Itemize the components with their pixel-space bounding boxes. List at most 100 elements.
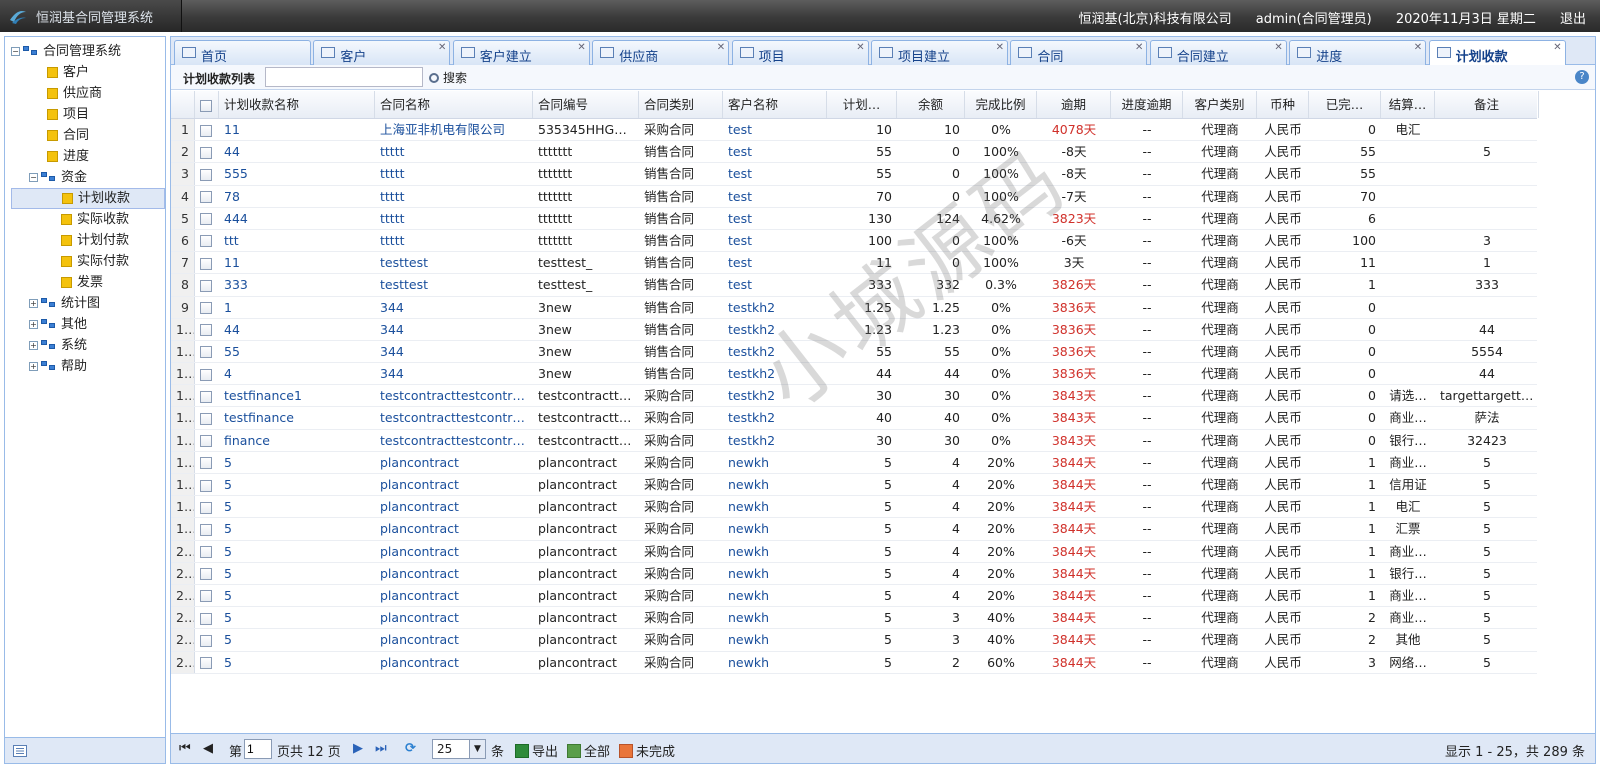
table-row[interactable]: 11 55 344 3new 销售合同 testkh2 55 55 0% 3836天 -- 代理商 人民…	[171, 340, 1537, 364]
tab-0[interactable]: 首页	[174, 40, 311, 65]
close-icon[interactable]: ✕	[1414, 42, 1422, 53]
table-cell[interactable]: newkh	[723, 585, 827, 606]
search-button[interactable]: 搜索	[429, 69, 467, 86]
row-checkbox[interactable]	[200, 590, 212, 603]
all-button[interactable]: 全部	[567, 741, 610, 760]
table-row[interactable]: 15 finance testcontracttestcontract testcon…	[171, 429, 1537, 452]
row-checkbox[interactable]	[200, 501, 212, 514]
tree-item-fund-child[interactable]: 发票	[11, 272, 165, 293]
table-row[interactable]: 23 5 plancontract plancontract 采购合同 newkh 5 3 40…	[171, 607, 1537, 630]
table-cell[interactable]: test	[723, 119, 827, 140]
column-header[interactable]: 备注	[1435, 91, 1539, 118]
row-checkbox[interactable]	[200, 346, 212, 359]
export-button[interactable]: 导出	[515, 741, 558, 760]
table-cell[interactable]: 44	[219, 319, 375, 340]
table-row[interactable]: 16 5 plancontract plancontract 采购合同 newkh 5 4 20…	[171, 451, 1537, 474]
row-checkbox[interactable]	[200, 302, 212, 314]
close-icon[interactable]: ✕	[1135, 42, 1143, 53]
table-cell[interactable]: 344	[375, 341, 533, 362]
table-cell[interactable]: 11	[219, 119, 375, 140]
table-cell[interactable]: plancontract	[375, 585, 533, 606]
tab-5[interactable]: 项目建立 ✕	[871, 40, 1008, 65]
table-cell[interactable]: 1	[219, 297, 375, 318]
table-cell[interactable]: testkh2	[723, 363, 827, 384]
table-cell[interactable]: testtest	[375, 252, 533, 273]
table-cell[interactable]: 344	[375, 319, 533, 340]
expand-icon[interactable]: +	[29, 341, 38, 350]
table-cell[interactable]: testfinance	[219, 407, 375, 428]
table-cell[interactable]: test	[723, 186, 827, 207]
table-cell[interactable]: test	[723, 163, 827, 184]
row-checkbox[interactable]	[200, 479, 212, 492]
table-cell[interactable]: testkh2	[723, 341, 827, 362]
close-icon[interactable]: ✕	[577, 42, 585, 53]
table-cell[interactable]: ttttt	[375, 163, 533, 184]
table-cell[interactable]: 344	[375, 363, 533, 384]
table-row[interactable]: 17 5 plancontract plancontract 采购合同 newkh 5 4 20…	[171, 474, 1537, 497]
refresh-icon[interactable]: ⟳	[405, 741, 416, 756]
tab-4[interactable]: 项目 ✕	[731, 40, 869, 65]
column-header[interactable]: 逾期	[1037, 91, 1111, 118]
table-cell[interactable]: ttttt	[375, 186, 533, 207]
column-header[interactable]: 计划收款名称	[219, 91, 375, 118]
tree-item-fund-child[interactable]: 计划付款	[11, 230, 165, 251]
first-page-icon[interactable]: ⏮	[179, 741, 191, 756]
table-cell[interactable]: testkh2	[723, 297, 827, 318]
table-cell[interactable]: plancontract	[375, 496, 533, 517]
table-cell[interactable]: testtest	[375, 274, 533, 295]
close-icon[interactable]: ✕	[1553, 42, 1561, 53]
table-cell[interactable]: 344	[375, 297, 533, 318]
help-icon[interactable]: ?	[1575, 70, 1589, 84]
row-checkbox[interactable]	[200, 124, 212, 137]
collapse-icon[interactable]: −	[11, 47, 20, 56]
tab-3[interactable]: 供应商 ✕	[592, 40, 730, 65]
table-cell[interactable]: plancontract	[375, 541, 533, 562]
table-cell[interactable]: plancontract	[375, 563, 533, 584]
column-header[interactable]: 已完…	[1309, 91, 1381, 118]
table-cell[interactable]: 5	[219, 585, 375, 606]
table-row[interactable]: 9 1 344 3new 销售合同 testkh2 1.25 1.25 0% 3836天 -- 代理商…	[171, 296, 1537, 319]
table-cell[interactable]: test	[723, 208, 827, 229]
table-cell[interactable]: ttt	[219, 230, 375, 251]
table-row[interactable]: 2 44 ttttt ttttttt 销售合同 test 55 0 100% -8天 -- 代理商 人民…	[171, 141, 1537, 164]
select-all-checkbox[interactable]	[200, 99, 212, 112]
table-cell[interactable]: 44	[219, 141, 375, 162]
column-header[interactable]: 完成比例	[965, 91, 1037, 118]
table-cell[interactable]: 5	[219, 607, 375, 628]
tab-2[interactable]: 客户建立 ✕	[452, 40, 590, 65]
table-cell[interactable]: testfinance1	[219, 385, 375, 406]
table-cell[interactable]: newkh	[723, 607, 827, 628]
table-cell[interactable]: 11	[219, 252, 375, 273]
table-cell[interactable]: testcontracttestcontract	[375, 430, 533, 451]
logout-link[interactable]: 退出	[1560, 12, 1586, 27]
table-cell[interactable]: plancontract	[375, 452, 533, 473]
table-cell[interactable]: 5	[219, 474, 375, 495]
table-cell[interactable]: test	[723, 230, 827, 251]
close-icon[interactable]: ✕	[438, 42, 446, 53]
table-cell[interactable]: 5	[219, 629, 375, 650]
row-checkbox[interactable]	[200, 568, 212, 581]
table-cell[interactable]: newkh	[723, 518, 827, 539]
tree-item[interactable]: 合同	[11, 125, 165, 146]
table-row[interactable]: 20 5 plancontract plancontract 采购合同 newkh 5 4 20…	[171, 540, 1537, 563]
tree-item-fund-child[interactable]: 实际付款	[11, 251, 165, 272]
row-checkbox[interactable]	[200, 435, 212, 448]
tree-item[interactable]: 供应商	[11, 83, 165, 104]
table-cell[interactable]: testkh2	[723, 407, 827, 428]
table-row[interactable]: 6 ttt ttttt ttttttt 销售合同 test 100 0 100% -6天 -- 代理商…	[171, 229, 1537, 253]
row-checkbox[interactable]	[200, 191, 212, 204]
table-cell[interactable]: 555	[219, 163, 375, 184]
tree-item-fund-child[interactable]: 实际收款	[11, 209, 165, 230]
table-cell[interactable]: plancontract	[375, 474, 533, 495]
tree-item[interactable]: 进度	[11, 146, 165, 167]
table-cell[interactable]: 5	[219, 496, 375, 517]
table-cell[interactable]: 4	[219, 363, 375, 384]
table-row[interactable]: 5 444 ttttt ttttttt 销售合同 test 130 124 4.62% 3823天…	[171, 207, 1537, 230]
row-checkbox[interactable]	[200, 657, 212, 669]
table-cell[interactable]: testkh2	[723, 430, 827, 451]
prev-page-icon[interactable]: ◀	[203, 741, 213, 756]
table-row[interactable]: 13 testfinance1 testcontracttestcontract te…	[171, 385, 1539, 408]
table-cell[interactable]: testcontracttestcontract	[375, 385, 533, 406]
tab-7[interactable]: 合同建立 ✕	[1149, 40, 1287, 65]
table-row[interactable]: 21 5 plancontract plancontract 采购合同 newkh 5 4 20…	[171, 562, 1537, 585]
